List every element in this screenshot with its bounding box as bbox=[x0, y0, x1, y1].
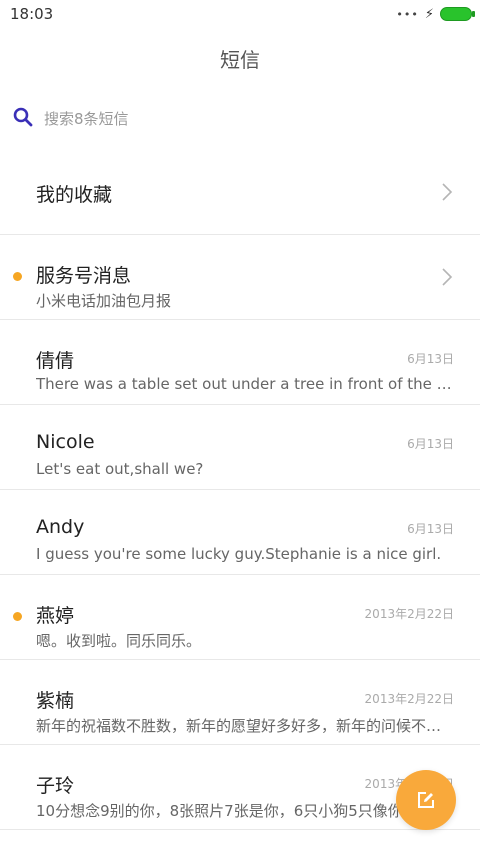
row-preview: There was a table set out under a tree i… bbox=[36, 375, 454, 393]
chevron-right-icon bbox=[442, 268, 453, 286]
row-name: 子玲 bbox=[36, 775, 75, 797]
row-preview: Let's eat out,shall we? bbox=[36, 460, 204, 478]
charging-icon: ⚡ bbox=[424, 6, 434, 22]
row-name: 服务号消息 bbox=[36, 265, 132, 287]
row-date: 2013年2月22日 bbox=[364, 607, 454, 621]
compose-icon bbox=[418, 792, 434, 808]
row-preview: 新年的祝福数不胜数，新年的愿望好多好多，新年的问候不能少 bbox=[36, 717, 454, 735]
service-messages-row[interactable]: 服务号消息 小米电话加油包月报 bbox=[0, 235, 480, 320]
row-date: 6月13日 bbox=[407, 352, 454, 366]
row-name: Andy bbox=[36, 516, 85, 538]
search-input[interactable] bbox=[42, 109, 426, 129]
compose-button[interactable] bbox=[396, 770, 456, 830]
battery-icon bbox=[440, 7, 475, 21]
status-time: 18:03 bbox=[10, 5, 54, 23]
unread-dot bbox=[13, 612, 22, 621]
conversation-row[interactable]: 紫楠 2013年2月22日 新年的祝福数不胜数，新年的愿望好多好多，新年的问候不… bbox=[0, 660, 480, 745]
row-name: 我的收藏 bbox=[36, 184, 113, 206]
conversation-row[interactable]: Andy 6月13日 I guess you're some lucky guy… bbox=[0, 490, 480, 575]
conversation-row[interactable]: Nicole 6月13日 Let's eat out,shall we? bbox=[0, 405, 480, 490]
row-date: 2013年2月22日 bbox=[364, 692, 454, 706]
page-title: 短信 bbox=[220, 48, 260, 72]
status-bar: 18:03 ••• ⚡ bbox=[0, 0, 480, 28]
conversation-row[interactable]: 燕婷 2013年2月22日 嗯。收到啦。同乐同乐。 bbox=[0, 575, 480, 660]
signal-dots-icon: ••• bbox=[396, 7, 419, 21]
conversation-row[interactable]: 倩倩 6月13日 There was a table set out under… bbox=[0, 320, 480, 405]
row-preview: 小米电话加油包月报 bbox=[36, 292, 172, 310]
search-bar[interactable] bbox=[12, 104, 468, 134]
search-icon[interactable] bbox=[12, 106, 34, 132]
row-name: 倩倩 bbox=[36, 350, 75, 372]
row-preview: I guess you're some lucky guy.Stephanie … bbox=[36, 545, 442, 563]
conversation-list: 我的收藏 服务号消息 小米电话加油包月报 倩倩 6月13日 There was … bbox=[0, 150, 480, 830]
chevron-right-icon bbox=[442, 183, 453, 201]
row-date: 6月13日 bbox=[407, 437, 454, 451]
row-name: 紫楠 bbox=[36, 690, 75, 712]
favorites-row[interactable]: 我的收藏 bbox=[0, 150, 480, 235]
unread-dot bbox=[13, 272, 22, 281]
row-preview: 10分想念9别的你，8张照片7张是你，6只小狗5只像你 bbox=[36, 802, 403, 820]
row-preview: 嗯。收到啦。同乐同乐。 bbox=[36, 632, 202, 650]
row-date: 6月13日 bbox=[407, 522, 454, 536]
row-name: Nicole bbox=[36, 431, 95, 453]
row-name: 燕婷 bbox=[36, 605, 75, 627]
status-icons: ••• ⚡ bbox=[396, 6, 475, 22]
